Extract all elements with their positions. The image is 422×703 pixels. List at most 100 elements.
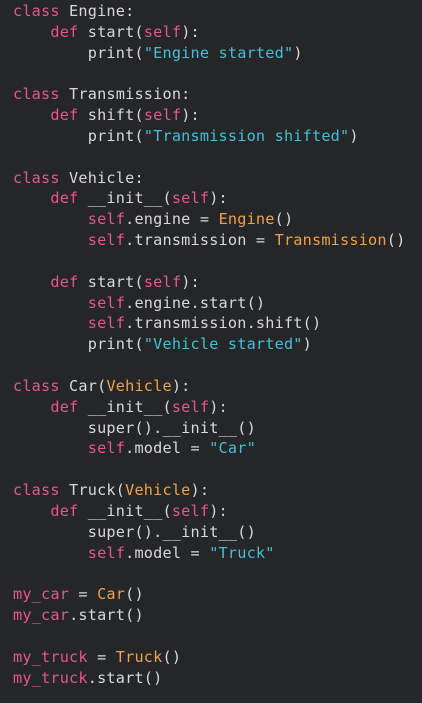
class-reference-token: Transmission [274, 231, 387, 250]
code-text-token: __init__( [78, 501, 172, 520]
code-line[interactable]: self.engine = Engine() [13, 209, 422, 230]
code-line[interactable]: print("Engine started") [13, 43, 422, 64]
self-token: self [143, 272, 182, 291]
self-token: self [143, 22, 182, 41]
code-line[interactable]: class Truck(Vehicle): [13, 480, 422, 501]
code-text-token: .model = [125, 543, 210, 562]
code-line[interactable]: self.model = "Truck" [13, 543, 422, 564]
code-line[interactable] [13, 251, 422, 272]
self-token: self [87, 231, 126, 250]
keyword-token: def [50, 397, 79, 416]
code-line[interactable] [13, 63, 422, 84]
self-token: self [143, 106, 182, 125]
code-text-token: ): [171, 376, 191, 395]
code-line[interactable]: my_truck.start() [13, 668, 422, 689]
code-text-token: ) [349, 126, 359, 145]
code-line[interactable]: self.transmission.shift() [13, 313, 422, 334]
code-body[interactable]: class Engine: def start(self): print("En… [13, 1, 422, 688]
code-line[interactable] [13, 563, 422, 584]
code-line[interactable]: class Transmission: [13, 84, 422, 105]
code-text-token: print( [13, 335, 144, 354]
code-line[interactable]: my_truck = Truck() [13, 647, 422, 668]
code-line[interactable]: def start(self): [13, 22, 422, 43]
code-text-token: shift( [78, 106, 144, 125]
code-text-token: Truck( [59, 481, 126, 500]
code-text-token: .start() [69, 606, 144, 625]
code-line[interactable]: class Vehicle: [13, 168, 422, 189]
code-text-token: ) [293, 43, 303, 62]
code-text-token: ): [181, 22, 200, 41]
code-text-token: ): [209, 397, 228, 416]
string-literal-token: "Transmission shifted" [143, 126, 350, 145]
self-token: self [87, 439, 126, 458]
variable-token: my_car [13, 606, 70, 625]
code-text-token: () [162, 647, 182, 666]
code-text-token: ): [209, 501, 228, 520]
keyword-token: class [13, 85, 60, 104]
code-line[interactable]: def __init__(self): [13, 397, 422, 418]
class-reference-token: Vehicle [125, 481, 191, 500]
code-text-token: .transmission.shift() [125, 314, 322, 333]
code-line[interactable]: print("Vehicle started") [13, 334, 422, 355]
keyword-token: def [50, 501, 79, 520]
code-editor[interactable]: class Engine: def start(self): print("En… [0, 0, 422, 703]
self-token: self [171, 501, 210, 520]
code-line[interactable] [13, 626, 422, 647]
code-text-token: print( [13, 43, 144, 62]
code-text-token: __init__( [78, 397, 172, 416]
code-line[interactable]: self.transmission = Transmission() [13, 230, 422, 251]
code-line[interactable] [13, 147, 422, 168]
self-token: self [87, 543, 126, 562]
code-line[interactable]: class Engine: [13, 1, 422, 22]
code-line[interactable]: class Car(Vehicle): [13, 376, 422, 397]
string-literal-token: "Car" [209, 439, 256, 458]
code-line[interactable]: self.engine.start() [13, 293, 422, 314]
code-text-token: Transmission: [59, 85, 191, 104]
code-text-token: start( [78, 22, 144, 41]
keyword-token: def [50, 106, 79, 125]
code-line[interactable]: my_car = Car() [13, 584, 422, 605]
code-text-token: Engine: [59, 2, 135, 20]
code-text-token: __init__( [78, 189, 172, 208]
code-line[interactable]: def start(self): [13, 272, 422, 293]
code-line[interactable] [13, 355, 422, 376]
code-text-token: super().__init__() [13, 522, 256, 541]
code-text-token: .engine.start() [125, 293, 266, 312]
code-text-token: .start() [87, 668, 163, 687]
code-text-token: () [274, 210, 294, 229]
code-line[interactable]: print("Transmission shifted") [13, 126, 422, 147]
keyword-token: class [13, 2, 60, 20]
code-text-token: ): [209, 189, 228, 208]
code-line[interactable]: self.model = "Car" [13, 438, 422, 459]
code-text-token: .transmission = [125, 231, 275, 250]
code-line[interactable]: my_car.start() [13, 605, 422, 626]
self-token: self [87, 293, 126, 312]
keyword-token: class [13, 376, 60, 395]
self-token: self [87, 314, 126, 333]
code-line[interactable] [13, 459, 422, 480]
code-line[interactable]: def __init__(self): [13, 501, 422, 522]
class-reference-token: Car [97, 585, 126, 604]
code-line[interactable]: super().__init__() [13, 418, 422, 439]
code-text-token: ) [302, 335, 312, 354]
self-token: self [171, 397, 210, 416]
code-text-token: super().__init__() [13, 418, 256, 437]
code-line[interactable]: super().__init__() [13, 522, 422, 543]
code-line[interactable]: def __init__(self): [13, 188, 422, 209]
code-text-token: print( [13, 126, 144, 145]
keyword-token: def [50, 272, 79, 291]
code-text-token: () [125, 585, 144, 604]
code-text-token: start( [78, 272, 144, 291]
code-text-token: .engine = [125, 210, 219, 229]
keyword-token: class [13, 168, 60, 187]
code-line[interactable]: def shift(self): [13, 105, 422, 126]
